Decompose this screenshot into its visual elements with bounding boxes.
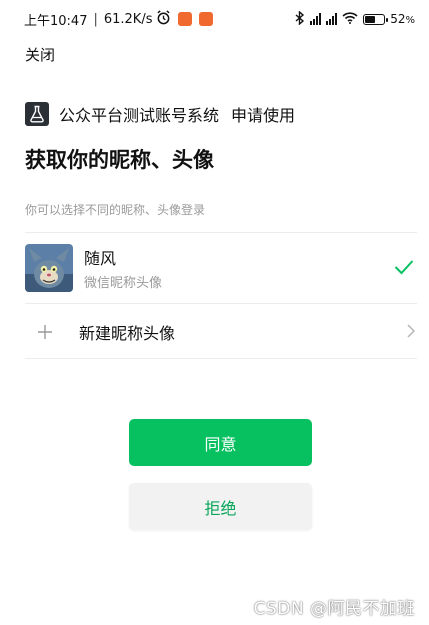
check-icon bbox=[394, 259, 414, 279]
wifi-icon bbox=[342, 11, 358, 27]
divider bbox=[25, 232, 417, 233]
reject-button[interactable]: 拒绝 bbox=[129, 483, 312, 530]
page-title: 获取你的昵称、头像 bbox=[25, 148, 214, 172]
signal-icon bbox=[326, 13, 338, 25]
plus-icon bbox=[25, 325, 65, 339]
divider bbox=[25, 358, 417, 359]
alarm-icon bbox=[156, 9, 171, 29]
apply-label: 申请使用 bbox=[231, 106, 296, 125]
app-notification-icon bbox=[199, 12, 214, 26]
battery-icon bbox=[363, 13, 389, 25]
status-time: 上午10:47 bbox=[24, 13, 88, 29]
new-profile-option[interactable]: 新建昵称头像 bbox=[25, 314, 417, 350]
app-name: 公众平台测试账号系统 bbox=[59, 106, 220, 125]
hint-text: 你可以选择不同的昵称、头像登录 bbox=[25, 203, 206, 217]
signal-icon bbox=[310, 13, 322, 25]
status-separator: | bbox=[93, 11, 98, 27]
profile-option-wechat[interactable]: 随风 微信昵称头像 bbox=[25, 244, 417, 292]
new-profile-label: 新建昵称头像 bbox=[79, 324, 176, 343]
app-notification-icon bbox=[178, 12, 193, 26]
flask-icon bbox=[25, 102, 49, 126]
avatar bbox=[25, 244, 73, 292]
watermark: CSDN @阿民不加班 bbox=[253, 599, 415, 619]
nickname: 随风 bbox=[84, 249, 117, 268]
status-bar: 上午10:47 | 61.2K/s 52% bbox=[0, 0, 429, 38]
network-speed: 61.2K/s bbox=[103, 11, 153, 27]
divider bbox=[25, 303, 417, 304]
profile-option-text: 随风 微信昵称头像 bbox=[84, 245, 162, 291]
status-left: 上午10:47 | 61.2K/s bbox=[24, 9, 214, 29]
bluetooth-icon bbox=[295, 9, 305, 28]
chevron-right-icon bbox=[407, 323, 416, 342]
app-info: 公众平台测试账号系统 申请使用 bbox=[25, 101, 295, 127]
agree-button[interactable]: 同意 bbox=[129, 419, 312, 466]
battery-percent: 52% bbox=[390, 12, 415, 26]
nickname-source: 微信昵称头像 bbox=[84, 276, 163, 291]
status-right: 52% bbox=[295, 9, 415, 28]
close-button[interactable]: 关闭 bbox=[25, 44, 55, 65]
